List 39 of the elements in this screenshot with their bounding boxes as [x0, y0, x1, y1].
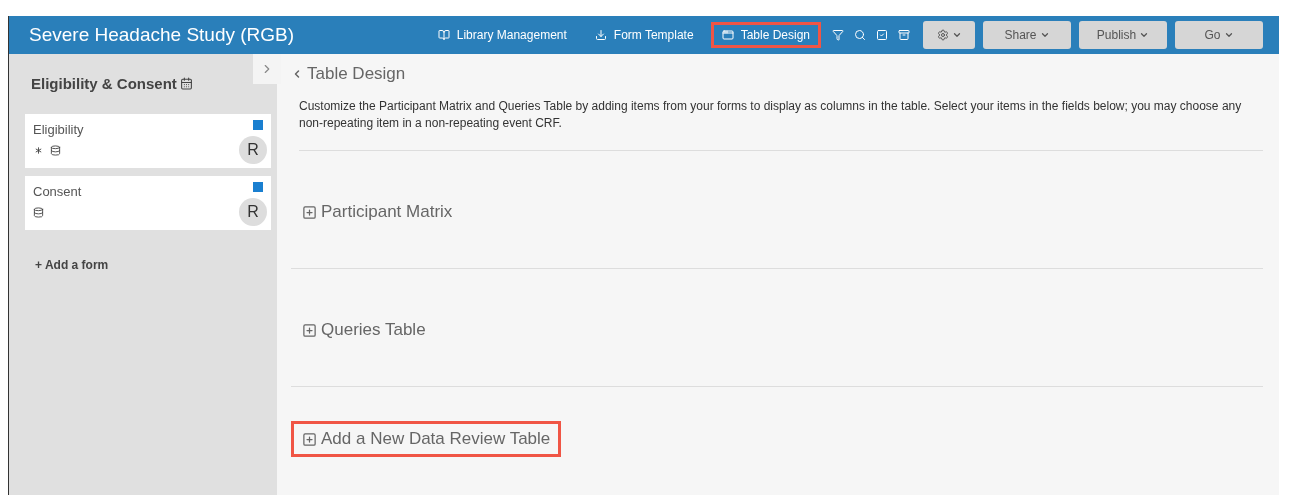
role-badge: R	[239, 136, 267, 164]
download-icon	[594, 29, 607, 41]
form-card[interactable]: Consent R	[25, 176, 271, 230]
event-title: Eligibility & Consent	[31, 74, 177, 92]
gear-icon	[936, 29, 949, 41]
search-icon[interactable]	[854, 29, 866, 41]
menu-button[interactable]: Go	[1175, 21, 1263, 49]
expand-section-link[interactable]: Queries Table	[291, 312, 437, 348]
caret-icon	[1039, 30, 1050, 40]
menu-button[interactable]: Publish	[1079, 21, 1167, 49]
menu-button[interactable]: Share	[983, 21, 1071, 49]
settings-button[interactable]	[923, 21, 975, 49]
plus-box-icon	[302, 431, 317, 447]
study-title: Severe Headache Study (RGB)	[29, 24, 296, 46]
expand-section-link[interactable]: Add a New Data Review Table	[291, 421, 562, 457]
caret-icon	[1139, 30, 1150, 40]
form-name: Eligibility	[33, 122, 85, 137]
plus-box-icon	[302, 322, 317, 338]
intro-text: Customize the Participant Matrix and Queries Table by adding items from your forms to display as columns in the table. Select your items in the fields below; you may choose any non-repeating item in a non-repeating event CRF.	[299, 98, 1263, 151]
archive-icon[interactable]	[898, 29, 910, 41]
database-icon	[50, 145, 61, 156]
form-card[interactable]: Eligibility R	[25, 114, 271, 168]
book-icon	[437, 29, 450, 41]
role-badge: R	[239, 198, 267, 226]
caret-icon	[1223, 30, 1234, 40]
database-icon	[33, 207, 44, 218]
caret-icon	[951, 30, 962, 40]
expand-section-link[interactable]: Participant Matrix	[291, 194, 464, 230]
back-link[interactable]: Table Design	[291, 64, 406, 84]
add-form-link[interactable]: + Add a form	[35, 258, 109, 272]
calendar-icon	[179, 76, 193, 90]
filter-icon[interactable]	[832, 29, 844, 41]
checkbox-icon[interactable]	[876, 29, 888, 41]
plus-box-icon	[302, 204, 317, 220]
window-icon	[721, 29, 734, 41]
nav-link[interactable]: Table Design	[710, 22, 821, 48]
nav-link[interactable]: Library Management	[426, 22, 578, 48]
nav-link[interactable]: Form Template	[583, 22, 705, 48]
form-name: Consent	[33, 184, 83, 199]
